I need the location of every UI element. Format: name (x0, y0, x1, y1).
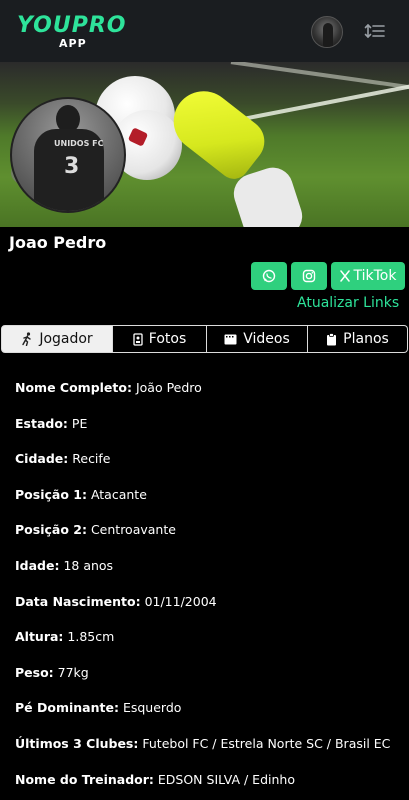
instagram-button[interactable] (291, 262, 327, 290)
player-details: Nome Completo: João Pedro Estado: PE Cid… (15, 380, 400, 800)
running-person-icon (22, 332, 32, 346)
update-links-link[interactable]: Atualizar Links (297, 295, 399, 311)
detail-value: 1.85cm (67, 629, 115, 645)
detail-value: 77kg (57, 664, 89, 680)
detail-row: Pé Dominante: Esquerdo (15, 700, 400, 736)
youpro-logo[interactable]: YOUPRO APP (17, 13, 137, 51)
logo-text: YOUPRO (17, 13, 127, 38)
detail-row: Idade: 18 anos (15, 558, 400, 594)
field-line (230, 62, 409, 92)
profile-photo[interactable]: UNIDOS FC 3 (10, 97, 126, 213)
detail-value: Atacante (90, 486, 147, 502)
whatsapp-button[interactable] (251, 262, 287, 290)
photo-card-icon (133, 332, 143, 346)
detail-row: Posição 2: Centroavante (15, 522, 400, 558)
detail-value: Esquerdo (122, 700, 182, 716)
detail-row: Posição 1: Atacante (15, 487, 400, 523)
detail-value: PE (71, 415, 88, 431)
detail-row: Peso: 77kg (15, 665, 400, 701)
clipboard-icon (327, 332, 337, 345)
tab-label: Videos (243, 331, 290, 347)
detail-key: Peso: (15, 664, 54, 680)
detail-key: Cidade: (15, 451, 69, 467)
top-navbar: YOUPRO APP (0, 0, 409, 62)
detail-key: Altura: (15, 629, 64, 645)
jersey-number: 3 (64, 154, 80, 179)
detail-value: Centroavante (90, 522, 176, 538)
detail-row: Últimos 3 Clubes: Futebol FC / Estrela N… (15, 736, 400, 772)
football-boot (161, 79, 274, 185)
detail-key: Data Nascimento: (15, 593, 141, 609)
tab-fotos[interactable]: Fotos (113, 325, 207, 353)
jersey-text: UNIDOS FC (54, 139, 104, 148)
detail-value: Recife (72, 451, 111, 467)
tab-videos[interactable]: Videos (207, 325, 308, 353)
detail-row: Altura: 1.85cm (15, 629, 400, 665)
detail-value: 18 anos (63, 557, 114, 573)
detail-key: Idade: (15, 557, 60, 573)
menu-toggle-button[interactable] (364, 20, 388, 42)
detail-value: 01/11/2004 (144, 593, 217, 609)
detail-value: EDSON SILVA / Edinho (157, 771, 295, 787)
detail-key: Posição 2: (15, 522, 87, 538)
detail-row: Nome Completo: João Pedro (15, 380, 400, 416)
logo-subtext: APP (59, 37, 87, 50)
whatsapp-icon (262, 269, 276, 283)
tab-label: Planos (343, 331, 389, 347)
detail-value: Futebol FC / Estrela Norte SC / Brasil E… (142, 735, 391, 751)
detail-key: Nome Completo: (15, 380, 132, 395)
detail-row: Nome do Treinador: EDSON SILVA / Edinho (15, 772, 400, 800)
tab-planos[interactable]: Planos (308, 325, 408, 353)
avatar-figure (323, 23, 333, 47)
film-icon (224, 334, 237, 344)
tab-label: Jogador (39, 331, 93, 347)
player-name: Joao Pedro (9, 233, 107, 252)
detail-row: Cidade: Recife (15, 451, 400, 487)
detail-key: Últimos 3 Clubes: (15, 735, 139, 751)
detail-row: Data Nascimento: 01/11/2004 (15, 594, 400, 630)
detail-key: Estado: (15, 415, 68, 431)
detail-value: João Pedro (135, 380, 202, 395)
tiktok-label: TikTok (353, 268, 397, 284)
tab-jogador[interactable]: Jogador (1, 325, 113, 353)
instagram-icon (302, 269, 316, 283)
detail-row: Estado: PE (15, 416, 400, 452)
detail-key: Nome do Treinador: (15, 771, 154, 787)
sort-list-icon (364, 23, 385, 39)
user-avatar[interactable] (311, 16, 343, 48)
tiktok-icon (339, 270, 350, 282)
detail-key: Pé Dominante: (15, 700, 119, 716)
tab-label: Fotos (148, 331, 187, 347)
profile-tabs: Jogador Fotos Videos Planos (1, 325, 408, 353)
detail-key: Posição 1: (15, 486, 87, 502)
tiktok-button[interactable]: TikTok (331, 262, 405, 290)
